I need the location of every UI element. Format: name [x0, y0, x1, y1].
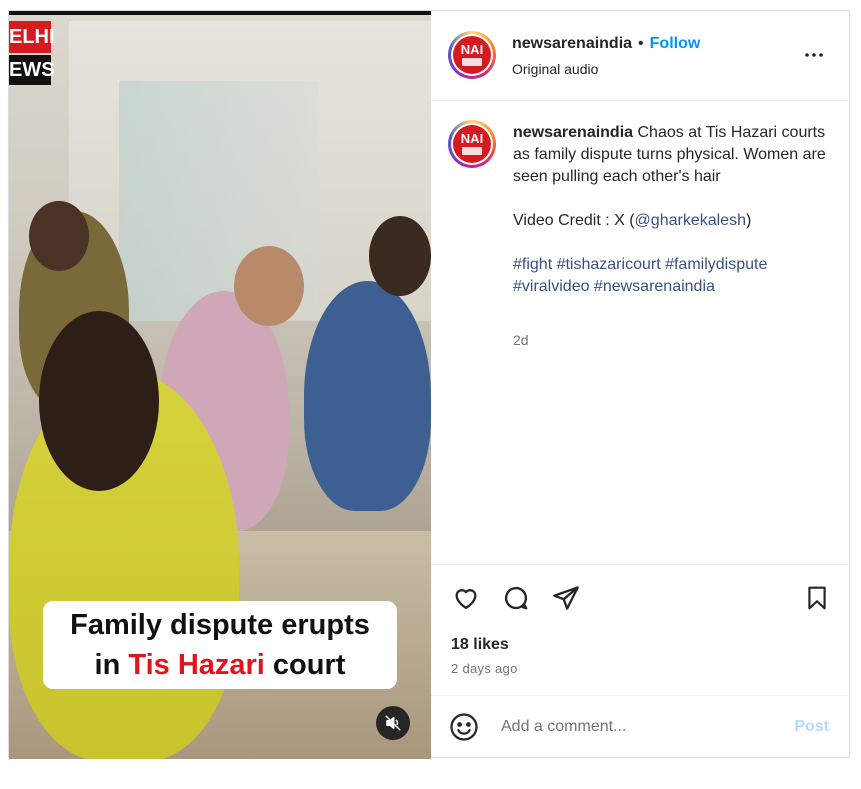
comment-button[interactable] — [500, 582, 532, 614]
paper-plane-icon — [553, 586, 579, 610]
video-caption-overlay: Family dispute erupts in Tis Hazari cour… — [43, 601, 397, 689]
post-comment-button[interactable]: Post — [794, 718, 829, 736]
instagram-post: ELHI EWS Family dispute erupts in Tis Ha… — [8, 10, 850, 759]
emoji-button[interactable] — [449, 712, 479, 742]
caption-highlight: Tis Hazari — [128, 649, 265, 681]
post-header: NAI newsarenaindia • Follow Original audio — [431, 11, 849, 101]
video-credit: Video Credit : X (@gharkekalesh) — [513, 212, 752, 229]
heart-icon — [455, 589, 477, 610]
avatar-logo: NAI — [453, 125, 491, 163]
post-sidebar: NAI newsarenaindia • Follow Original audio… — [431, 11, 849, 757]
avatar[interactable]: NAI — [448, 31, 496, 79]
caption-username[interactable]: newsarenaindia — [513, 124, 633, 141]
username-link[interactable]: newsarenaindia — [512, 35, 632, 52]
video-figure — [234, 246, 304, 326]
caption-line-2: in Tis Hazari court — [43, 645, 397, 685]
likes-count[interactable]: 18 likes — [451, 636, 509, 654]
audio-link[interactable]: Original audio — [512, 61, 598, 77]
caption-prefix: in — [94, 649, 129, 681]
add-comment-bar: Add a comment... Post — [431, 695, 849, 758]
video-figure — [304, 281, 431, 511]
share-button[interactable] — [550, 582, 582, 614]
caption-suffix: court — [264, 649, 346, 681]
channel-logo-bottom: EWS — [9, 55, 55, 85]
video-top-border — [9, 11, 431, 15]
hashtags-line-2[interactable]: #viralvideo #newsarenaindia — [513, 276, 833, 298]
like-button[interactable] — [450, 582, 482, 614]
video-player[interactable]: ELHI EWS Family dispute erupts in Tis Ha… — [9, 11, 431, 759]
comment-avatar[interactable]: NAI — [448, 120, 496, 168]
video-figure — [39, 311, 159, 491]
channel-logo-top: ELHI — [9, 21, 55, 53]
video-figure — [29, 201, 89, 271]
avatar-logo: NAI — [453, 36, 491, 74]
credit-handle-link[interactable]: @gharkekalesh — [635, 212, 746, 229]
caption-text: newsarenaindia Chaos at Tis Hazari court… — [513, 122, 833, 188]
mute-button[interactable] — [376, 706, 410, 740]
smiley-icon — [450, 713, 478, 741]
video-figure — [369, 216, 431, 296]
more-options-button[interactable] — [802, 43, 826, 67]
comment-input[interactable]: Add a comment... — [501, 718, 626, 736]
follow-button[interactable]: Follow — [650, 35, 701, 52]
comment-bubble-icon — [504, 587, 528, 610]
caption-age: 2d — [513, 332, 529, 348]
hashtags-line-1[interactable]: #fight #tishazaricourt #familydispute — [513, 254, 833, 276]
post-caption: newsarenaindia Chaos at Tis Hazari court… — [513, 122, 833, 298]
speaker-muted-icon — [385, 715, 401, 731]
more-horizontal-icon — [805, 53, 823, 57]
separator-dot: • — [638, 35, 644, 52]
header-user-line: newsarenaindia • Follow — [512, 35, 700, 53]
post-timestamp: 2 days ago — [451, 661, 518, 676]
caption-line-1: Family dispute erupts — [70, 609, 370, 641]
channel-logo: ELHI EWS — [9, 21, 55, 87]
save-button[interactable] — [801, 582, 833, 614]
bookmark-icon — [808, 586, 826, 610]
divider — [431, 564, 849, 565]
